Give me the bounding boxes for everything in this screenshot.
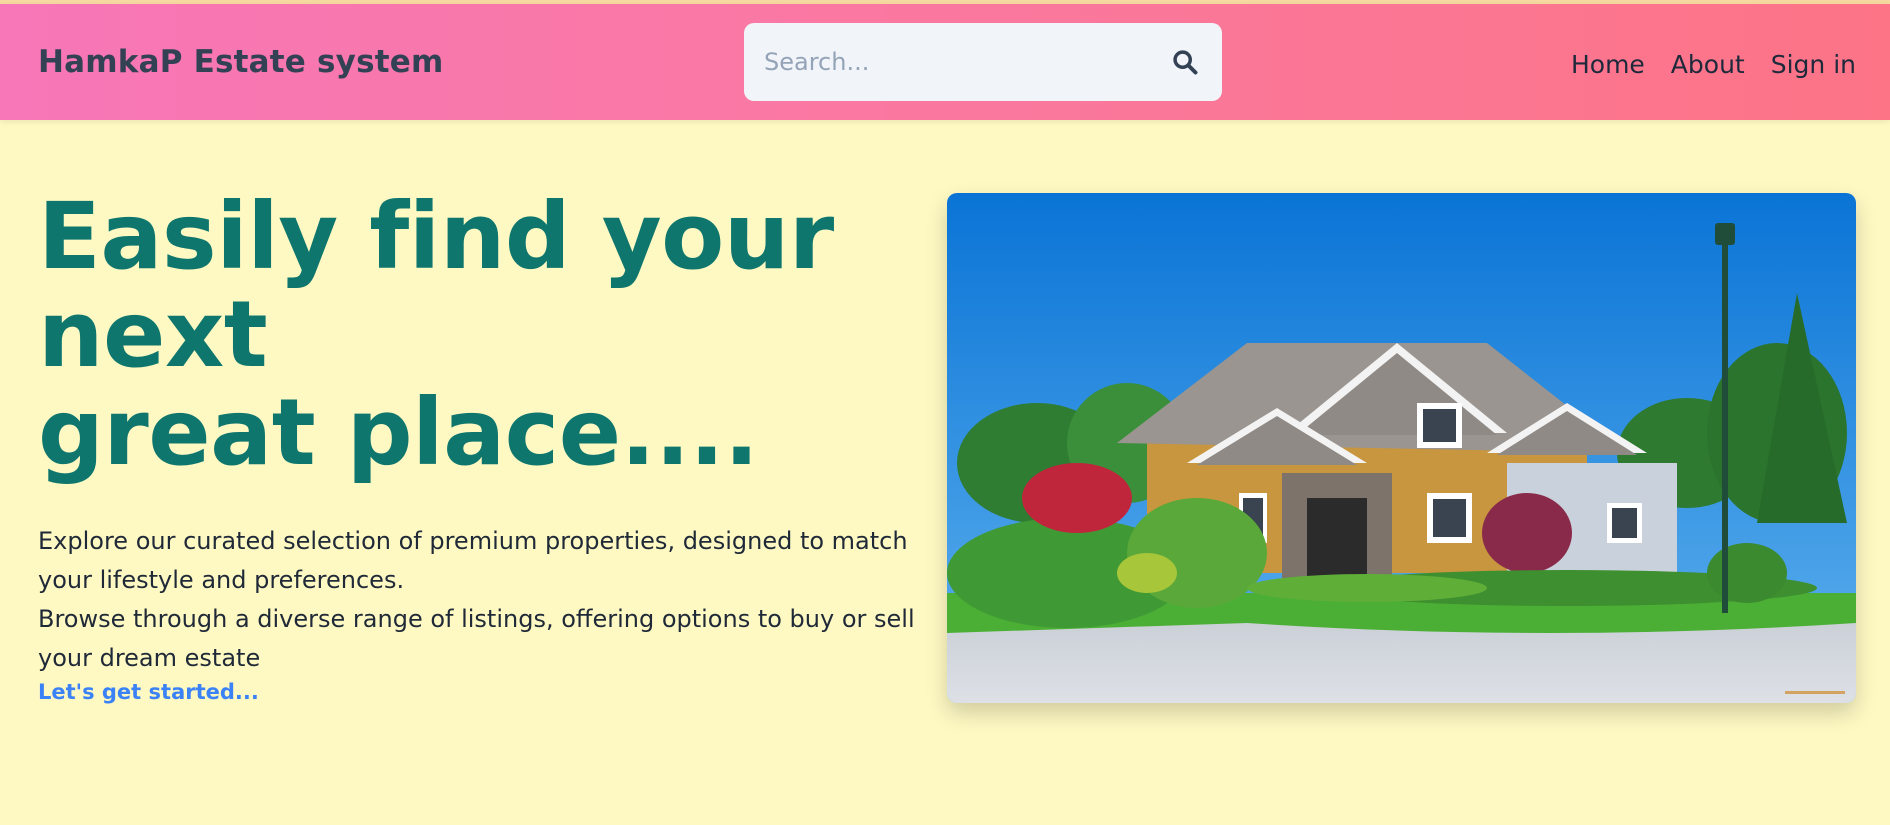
hero-title: Easily find your next great place.... (38, 188, 838, 482)
hero-house-image (947, 193, 1856, 703)
search-button[interactable] (1164, 41, 1206, 83)
hero-title-line-2: next (38, 281, 268, 388)
hero-description-line: Browse through a diverse range of listin… (38, 605, 915, 633)
site-header: HamkaP Estate system Home About Sign in (0, 4, 1890, 120)
house-illustration (947, 193, 1856, 703)
hero-description-line: your dream estate (38, 644, 261, 672)
nav-sign-in-link[interactable]: Sign in (1771, 50, 1856, 79)
hero-title-line-3: great place.... (38, 379, 759, 486)
hero-description-line: Explore our curated selection of premium… (38, 527, 908, 555)
main-nav: Home About Sign in (1571, 50, 1856, 79)
nav-home-link[interactable]: Home (1571, 50, 1645, 79)
brand-logo-text[interactable]: HamkaP Estate system (38, 44, 443, 80)
search-icon (1173, 50, 1198, 75)
hero-title-line-1: Easily find your (38, 183, 834, 290)
search-bar (744, 23, 1222, 101)
search-input[interactable] (764, 41, 1144, 83)
hero-description-line: your lifestyle and preferences. (38, 566, 405, 594)
nav-about-link[interactable]: About (1671, 50, 1745, 79)
hero-description: Explore our curated selection of premium… (38, 522, 918, 678)
get-started-link[interactable]: Let's get started... (38, 680, 259, 704)
